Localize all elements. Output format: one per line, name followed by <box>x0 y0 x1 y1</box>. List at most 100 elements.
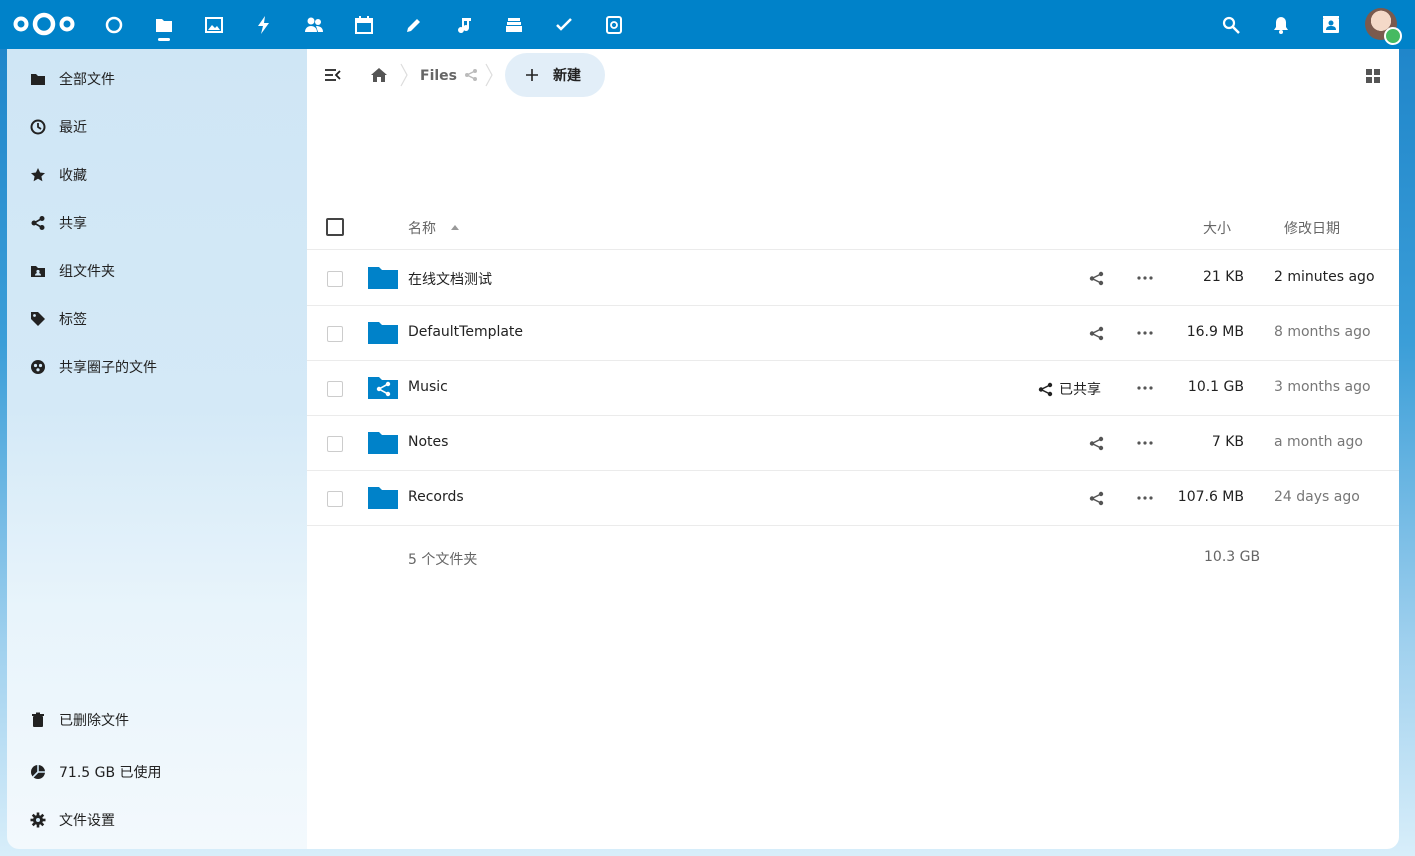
file-size: 10.1 GB <box>1187 379 1244 395</box>
nextcloud-logo[interactable] <box>12 10 76 38</box>
circles-icon <box>29 358 47 376</box>
sort-ascending-icon <box>451 225 459 230</box>
file-name[interactable]: Music <box>408 379 448 395</box>
row-checkbox[interactable] <box>327 491 343 507</box>
share-icon <box>29 214 47 232</box>
sidebar-item-favorites[interactable]: 收藏 <box>7 155 307 195</box>
dashboard-icon[interactable] <box>101 12 127 38</box>
shared-folder-icon <box>368 377 398 399</box>
photos-icon[interactable] <box>201 12 227 38</box>
sidebar-item-label: 共享 <box>59 216 87 232</box>
files-icon[interactable] <box>151 12 177 38</box>
more-actions-icon[interactable] <box>1137 331 1153 335</box>
breadcrumb-files[interactable]: Files <box>420 68 457 84</box>
file-name[interactable]: DefaultTemplate <box>408 324 523 340</box>
row-checkbox[interactable] <box>327 381 343 397</box>
share-icon[interactable] <box>464 68 478 82</box>
sidebar-item-label: 文件设置 <box>59 813 115 829</box>
file-modified: 24 days ago <box>1274 489 1360 505</box>
sidebar-item-file-settings[interactable]: 文件设置 <box>7 800 307 840</box>
sidebar-item-recent[interactable]: 最近 <box>7 107 307 147</box>
clock-icon <box>29 118 47 136</box>
file-name[interactable]: Notes <box>408 434 448 450</box>
table-row[interactable]: DefaultTemplate 16.9 MB 8 months ago <box>307 305 1399 361</box>
table-row[interactable]: 在线文档测试 21 KB 2 minutes ago <box>307 250 1399 306</box>
sidebar-item-label: 已删除文件 <box>59 713 129 729</box>
share-icon[interactable] <box>1089 491 1104 506</box>
share-icon[interactable] <box>1089 436 1104 451</box>
toggle-sidebar-icon[interactable] <box>324 67 342 83</box>
file-modified: 2 minutes ago <box>1274 269 1375 285</box>
sidebar-item-label: 组文件夹 <box>59 264 115 280</box>
activity-icon[interactable] <box>251 12 277 38</box>
file-size: 107.6 MB <box>1177 489 1244 505</box>
pie-chart-icon <box>29 763 47 781</box>
notes-icon[interactable] <box>401 12 427 38</box>
chevron-right-icon <box>485 63 493 87</box>
share-icon[interactable] <box>1089 271 1104 286</box>
trash-icon <box>29 711 47 729</box>
column-header-modified[interactable]: 修改日期 <box>1284 218 1340 238</box>
more-actions-icon[interactable] <box>1137 276 1153 280</box>
file-size: 16.9 MB <box>1186 324 1244 340</box>
shared-label: 已共享 <box>1059 382 1101 398</box>
sidebar-item-circles[interactable]: 共享圈子的文件 <box>7 347 307 387</box>
shared-indicator[interactable]: 已共享 <box>1038 379 1101 399</box>
sidebar-item-deleted-files[interactable]: 已删除文件 <box>7 700 307 740</box>
column-header-size[interactable]: 大小 <box>1203 218 1231 238</box>
gear-icon <box>29 811 47 829</box>
row-checkbox[interactable] <box>327 436 343 452</box>
contacts-icon[interactable] <box>301 12 327 38</box>
file-modified: a month ago <box>1274 434 1363 450</box>
summary-folder-count: 5 个文件夹 <box>408 552 478 568</box>
folder-icon <box>368 267 398 289</box>
folder-icon <box>29 70 47 88</box>
active-app-indicator <box>158 38 170 41</box>
new-button[interactable]: 新建 <box>505 53 605 97</box>
file-size: 21 KB <box>1202 269 1244 285</box>
table-row[interactable]: Music 已共享 10.1 GB 3 months ago <box>307 360 1399 416</box>
sidebar-item-all-files[interactable]: 全部文件 <box>7 59 307 99</box>
online-status-badge <box>1384 27 1402 45</box>
table-row[interactable]: Records 107.6 MB 24 days ago <box>307 470 1399 526</box>
notifications-icon[interactable] <box>1268 12 1294 38</box>
more-actions-icon[interactable] <box>1137 496 1153 500</box>
search-icon[interactable] <box>1218 12 1244 38</box>
file-modified: 8 months ago <box>1274 324 1371 340</box>
home-icon[interactable] <box>370 66 388 84</box>
more-actions-icon[interactable] <box>1137 441 1153 445</box>
contacts-menu-icon[interactable] <box>1318 12 1344 38</box>
tag-icon <box>29 310 47 328</box>
row-checkbox[interactable] <box>327 271 343 287</box>
sidebar-item-label: 全部文件 <box>59 72 115 88</box>
folder-icon <box>368 432 398 454</box>
music-icon[interactable] <box>451 12 477 38</box>
folder-icon <box>368 487 398 509</box>
breadcrumb: Files 新建 <box>307 49 1399 101</box>
sidebar-item-tags[interactable]: 标签 <box>7 299 307 339</box>
row-checkbox[interactable] <box>327 326 343 342</box>
file-name[interactable]: Records <box>408 489 464 505</box>
quota-label: 71.5 GB 已使用 <box>59 765 162 781</box>
sidebar-item-group-folders[interactable]: 组文件夹 <box>7 251 307 291</box>
share-icon[interactable] <box>1089 326 1104 341</box>
sidebar-item-label: 收藏 <box>59 168 87 184</box>
calendar-icon[interactable] <box>351 12 377 38</box>
sidebar-item-label: 最近 <box>59 120 87 136</box>
column-header-name[interactable]: 名称 <box>408 218 436 238</box>
file-size: 7 KB <box>1211 434 1244 450</box>
cookbook-icon[interactable] <box>601 12 627 38</box>
tasks-icon[interactable] <box>551 12 577 38</box>
more-actions-icon[interactable] <box>1137 386 1153 390</box>
sidebar-item-label: 标签 <box>59 312 87 328</box>
grid-view-icon[interactable] <box>1365 68 1381 84</box>
chevron-right-icon <box>400 63 408 87</box>
file-modified: 3 months ago <box>1274 379 1371 395</box>
sidebar-item-shares[interactable]: 共享 <box>7 203 307 243</box>
sidebar-item-quota[interactable]: 71.5 GB 已使用 <box>7 752 307 792</box>
plus-icon <box>526 69 538 81</box>
deck-icon[interactable] <box>501 12 527 38</box>
file-name[interactable]: 在线文档测试 <box>408 269 492 289</box>
select-all-checkbox[interactable] <box>326 218 344 236</box>
table-row[interactable]: Notes 7 KB a month ago <box>307 415 1399 471</box>
